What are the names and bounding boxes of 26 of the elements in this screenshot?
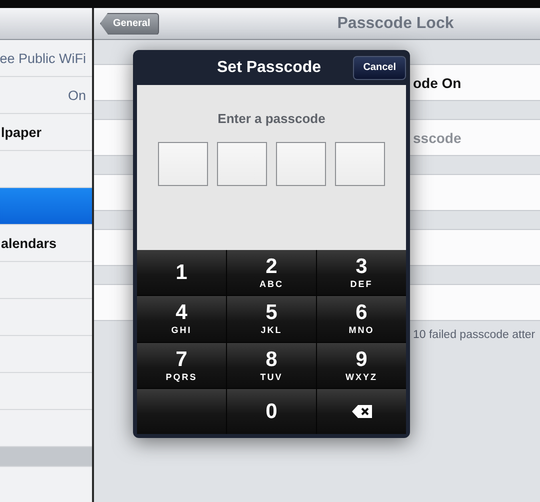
sidebar-item[interactable]: On [0, 77, 92, 114]
keypad-key[interactable]: 1 [137, 250, 226, 296]
digit-field[interactable] [276, 142, 326, 186]
digit-field[interactable] [158, 142, 208, 186]
keypad-key[interactable]: 4 GHI [137, 296, 226, 342]
digit-field[interactable] [217, 142, 267, 186]
keypad-key[interactable]: 9 WXYZ [317, 342, 406, 388]
delete-key[interactable] [317, 388, 406, 434]
keypad-key[interactable]: 0 [227, 388, 316, 434]
keypad-key[interactable]: 7 PQRS [137, 342, 226, 388]
sidebar-item[interactable]: ee Public WiFi [0, 40, 92, 77]
keypad-key[interactable]: 5 JKL [227, 296, 316, 342]
footer-note: 10 failed passcode atter [413, 329, 536, 341]
keypad-key[interactable]: 3 DEF [317, 250, 406, 296]
page-title: Passcode Lock [337, 14, 454, 32]
dialog-title: Set Passcode [217, 58, 322, 76]
sidebar-item[interactable]: lpaper [0, 114, 92, 151]
keypad-key[interactable]: 8 TUV [227, 342, 316, 388]
prompt-text: Enter a passcode [218, 111, 326, 126]
backspace-icon [352, 404, 372, 418]
cancel-button[interactable]: Cancel [353, 56, 406, 80]
sidebar-item[interactable]: alendars [0, 225, 92, 262]
digit-field[interactable] [335, 142, 385, 186]
keypad-key[interactable]: 6 MNO [317, 296, 406, 342]
sidebar-item[interactable] [0, 188, 92, 225]
keypad-key[interactable]: 2 ABC [227, 250, 316, 296]
